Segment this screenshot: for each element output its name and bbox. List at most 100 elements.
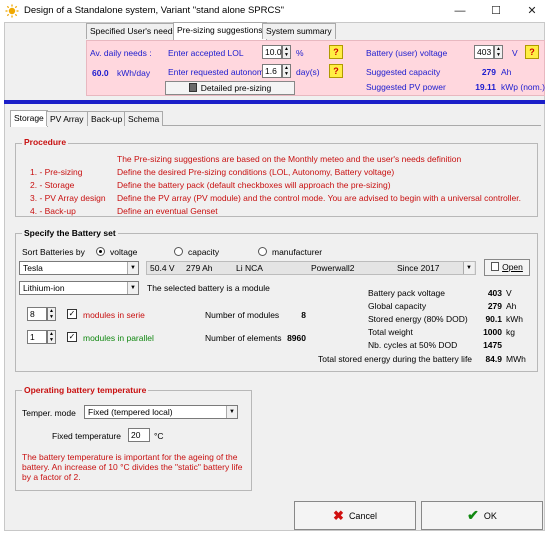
chevron-down-icon[interactable]: ▼: [226, 406, 237, 418]
daily-needs-unit: kWh/day: [117, 68, 151, 78]
sort-capacity-label: capacity: [188, 247, 220, 257]
technology-value: Lithium-ion: [23, 283, 65, 293]
manufacturer-select[interactable]: Tesla: [19, 261, 139, 275]
series-checkbox[interactable]: ✓: [67, 309, 77, 319]
autonomy-input[interactable]: 1.6: [262, 64, 282, 78]
voltage-help-button[interactable]: ?: [525, 45, 539, 59]
step-text: Define the battery pack (default checkbo…: [117, 180, 391, 190]
tab-backup[interactable]: Back-up: [87, 111, 127, 126]
suggested-capacity-unit: Ah: [501, 67, 512, 77]
parallel-label: modules in parallel: [83, 333, 154, 343]
model-voltage: 50.4 V: [150, 263, 175, 273]
sort-manufacturer-radio[interactable]: [258, 247, 267, 256]
nb-modules-value: 8: [301, 310, 306, 320]
open-label: Open: [502, 262, 523, 272]
lol-help-button[interactable]: ?: [329, 45, 343, 59]
daily-needs-value: 60.0: [92, 68, 109, 78]
summary-value: 84.9: [485, 354, 502, 364]
summary-value: 403: [487, 288, 502, 298]
series-input[interactable]: 8: [27, 307, 47, 321]
summary-label: Total weight: [368, 327, 413, 337]
temperature-title: Operating battery temperature: [22, 385, 149, 395]
battery-voltage-spinner[interactable]: ▲ ▼: [494, 45, 503, 59]
sort-voltage-label: voltage: [110, 247, 138, 257]
summary-label: Global capacity: [368, 301, 427, 311]
section-divider: [4, 100, 545, 104]
autonomy-unit: day(s): [296, 67, 320, 77]
tab-schema[interactable]: Schema: [124, 111, 164, 126]
app-sun-icon: [5, 4, 19, 18]
parallel-spinner[interactable]: ▲ ▼: [47, 330, 56, 344]
series-spinner[interactable]: ▲ ▼: [47, 307, 56, 321]
summary-unit: V: [506, 288, 512, 298]
chevron-down-icon[interactable]: ▼: [127, 262, 138, 274]
battery-voltage-unit: V: [512, 48, 518, 58]
open-button[interactable]: Open: [484, 259, 530, 276]
summary-label: Stored energy (80% DOD): [368, 314, 468, 324]
calculator-icon: [188, 83, 197, 92]
tab-system-summary[interactable]: System summary: [262, 23, 336, 39]
summary-unit: kWh: [506, 314, 523, 324]
suggested-capacity-value: 279: [481, 67, 496, 77]
autonomy-spinner[interactable]: ▲ ▼: [282, 64, 291, 78]
step-label: 2. - Storage: [30, 180, 75, 190]
step-text: Define the desired Pre-sizing conditions…: [117, 167, 395, 177]
technology-select[interactable]: Lithium-ion: [19, 281, 139, 295]
sort-capacity-radio[interactable]: [174, 247, 183, 256]
parallel-checkbox[interactable]: ✓: [67, 332, 77, 342]
checkmark-icon: ✔: [467, 507, 479, 523]
document-icon: [491, 262, 500, 271]
cancel-button[interactable]: ✖ Cancel: [294, 501, 416, 530]
detailed-presizing-button[interactable]: Detailed pre-sizing: [165, 81, 295, 95]
ok-button[interactable]: ✔ OK: [421, 501, 543, 530]
battery-voltage-label: Battery (user) voltage: [366, 48, 448, 58]
cancel-label: Cancel: [348, 511, 377, 521]
model-capacity: 279 Ah: [186, 263, 213, 273]
nb-modules-label: Number of modules: [205, 310, 280, 320]
summary-value: 279: [487, 301, 502, 311]
step-text: Define the PV array (PV module) and the …: [117, 193, 521, 203]
temper-mode-label: Temper. mode: [22, 408, 76, 418]
chevron-down-icon[interactable]: ▼: [127, 282, 138, 294]
cancel-x-icon: ✖: [333, 508, 344, 523]
summary-label: Total stored energy during the battery l…: [318, 354, 473, 364]
close-button[interactable]: ✕: [514, 0, 550, 22]
model-since: Since 2017: [397, 263, 440, 273]
step-label: 4. - Back-up: [30, 206, 76, 216]
detailed-presizing-label: Detailed pre-sizing: [200, 83, 272, 93]
summary-unit: Ah: [506, 301, 517, 311]
window-title: Design of a Standalone system, Variant "…: [24, 5, 285, 16]
nb-elements-value: 8960: [287, 333, 306, 343]
lol-spinner[interactable]: ▲ ▼: [282, 45, 291, 59]
summary-label: Nb. cycles at 50% DOD: [368, 340, 458, 350]
fixed-temp-input[interactable]: 20: [128, 428, 150, 442]
model-tech: Li NCA: [236, 263, 263, 273]
minimize-button[interactable]: —: [442, 0, 478, 22]
suggested-pv-value: 19.11: [475, 82, 496, 92]
tab-pv-array[interactable]: PV Array: [46, 111, 88, 126]
battery-voltage-input[interactable]: 403: [474, 45, 494, 59]
suggested-pv-unit: kWp (nom.): [501, 82, 545, 92]
fixed-temp-label: Fixed temperature: [52, 431, 121, 441]
parallel-input[interactable]: 1: [27, 330, 47, 344]
step-label: 3. - PV Array design: [30, 193, 106, 203]
sort-manufacturer-label: manufacturer: [272, 247, 323, 257]
sort-voltage-radio[interactable]: [96, 247, 105, 256]
fixed-temp-unit: °C: [154, 431, 164, 441]
tab-presizing[interactable]: Pre-sizing suggestions: [173, 22, 267, 40]
lol-input[interactable]: 10.0: [262, 45, 282, 59]
manufacturer-value: Tesla: [23, 263, 43, 273]
summary-unit: MWh: [506, 354, 526, 364]
tab-storage[interactable]: Storage: [10, 110, 48, 127]
autonomy-help-button[interactable]: ?: [329, 64, 343, 78]
temper-mode-value: Fixed (tempered local): [88, 407, 173, 417]
autonomy-label: Enter requested autonomy: [168, 67, 269, 77]
ok-label: OK: [483, 511, 497, 521]
chevron-down-icon[interactable]: ▼: [463, 262, 474, 274]
procedure-title: Procedure: [22, 137, 69, 147]
battery-set-title: Specify the Battery set: [22, 228, 118, 238]
tab-users-needs[interactable]: Specified User's needs: [86, 23, 181, 39]
maximize-button[interactable]: ☐: [478, 0, 514, 22]
summary-unit: kg: [506, 327, 515, 337]
temper-mode-select[interactable]: Fixed (tempered local): [84, 405, 238, 419]
